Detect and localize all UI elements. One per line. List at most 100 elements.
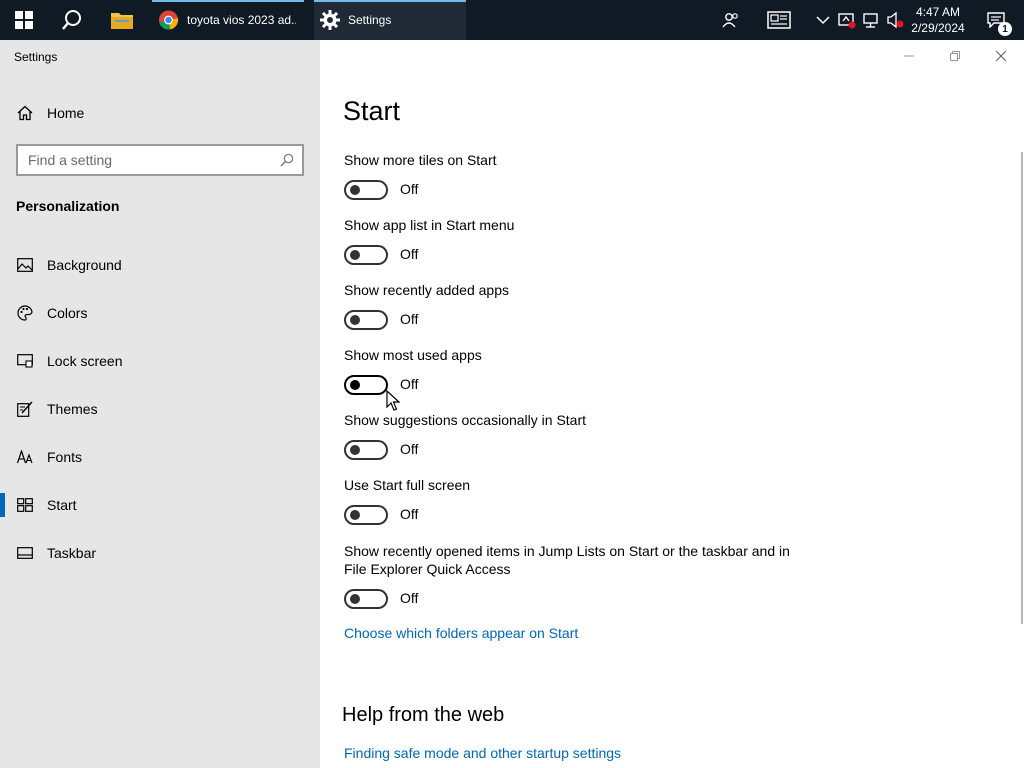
close-button[interactable]: [978, 40, 1024, 72]
nav-item-label: Lock screen: [47, 353, 123, 369]
safe-mode-help-link[interactable]: Finding safe mode and other startup sett…: [344, 745, 621, 761]
setting-label: Show recently opened items in Jump Lists…: [344, 543, 790, 577]
windows-logo-icon: [15, 11, 33, 29]
setting-use-start-full-screen: Use Start full screen Off: [344, 476, 804, 525]
toggle-switch[interactable]: [344, 310, 388, 330]
nav-item-colors[interactable]: Colors: [0, 293, 320, 333]
news-icon: [767, 11, 791, 29]
action-center-button[interactable]: 1: [976, 0, 1016, 40]
network-alert-icon: [838, 13, 856, 29]
toggle-state-label: Off: [400, 246, 419, 262]
toggle-state-label: Off: [400, 181, 419, 197]
nav-item-label: Colors: [47, 305, 88, 321]
toggle-switch[interactable]: [344, 589, 388, 609]
content-scrollbar[interactable]: [1021, 152, 1023, 624]
tray-network-alert-button[interactable]: [836, 0, 858, 40]
start-tiles-icon: [16, 496, 34, 514]
nav-item-fonts[interactable]: Fonts: [0, 437, 320, 477]
font-icon: [16, 448, 34, 466]
setting-label: Show suggestions occasionally in Start: [344, 412, 587, 428]
toggle-switch[interactable]: [344, 505, 388, 525]
taskbar-clock[interactable]: 4:47 AM 2/29/2024: [902, 0, 974, 40]
nav-item-label: Taskbar: [47, 545, 97, 561]
minimize-icon: [904, 55, 914, 57]
setting-label: Show app list in Start menu: [344, 217, 515, 233]
nav-item-start[interactable]: Start: [0, 485, 320, 525]
gear-icon: [320, 10, 340, 30]
toggle-switch[interactable]: [344, 245, 388, 265]
toggle-knob: [350, 250, 360, 260]
taskbar-file-explorer[interactable]: [98, 0, 146, 40]
nav-home-label: Home: [47, 105, 85, 121]
toggle-row: Off: [344, 180, 804, 200]
maximize-button[interactable]: [932, 40, 978, 72]
settings-content-pane: Start Show more tiles on Start Off Show …: [320, 40, 1024, 768]
setting-show-app-list: Show app list in Start menu Off: [344, 216, 804, 265]
setting-show-recently-opened-items: Show recently opened items in Jump Lists…: [344, 542, 804, 609]
search-icon[interactable]: [280, 153, 294, 167]
nav-item-label: Start: [47, 497, 77, 513]
toggle-row: Off: [344, 440, 804, 460]
nav-item-label: Background: [47, 257, 122, 273]
taskbar: toyota vios 2023 ad... Settings 4:47 AM …: [0, 0, 1024, 40]
start-button[interactable]: [0, 0, 48, 40]
taskbar-app-settings[interactable]: Settings: [314, 0, 466, 40]
setting-show-suggestions: Show suggestions occasionally in Start O…: [344, 411, 804, 460]
tray-network-button[interactable]: [860, 0, 882, 40]
toggle-row: Off: [344, 589, 804, 609]
people-button[interactable]: [714, 0, 748, 40]
minimize-button[interactable]: [886, 40, 932, 72]
setting-label: Show more tiles on Start: [344, 152, 497, 168]
toggle-knob: [350, 380, 360, 390]
toggle-row: Off: [344, 505, 804, 525]
chevron-up-icon: [816, 16, 830, 25]
toggle-state-label: Off: [400, 441, 419, 457]
toggle-knob: [350, 510, 360, 520]
toggle-switch[interactable]: [344, 375, 388, 395]
toggle-switch[interactable]: [344, 180, 388, 200]
nav-item-taskbar[interactable]: Taskbar: [0, 533, 320, 573]
setting-label: Show recently added apps: [344, 282, 509, 298]
find-setting-search-box[interactable]: [16, 144, 304, 176]
network-icon: [863, 13, 878, 28]
toggle-switch[interactable]: [344, 440, 388, 460]
nav-item-background[interactable]: Background: [0, 245, 320, 285]
toggle-state-label: Off: [400, 376, 419, 392]
setting-show-recently-added: Show recently added apps Off: [344, 281, 804, 330]
brush-icon: [16, 400, 34, 418]
nav-item-themes[interactable]: Themes: [0, 389, 320, 429]
show-hidden-icons-button[interactable]: [812, 0, 834, 40]
toggle-knob: [350, 445, 360, 455]
toggle-row: Off: [344, 375, 804, 395]
setting-show-most-used: Show most used apps Off: [344, 346, 804, 395]
restore-icon: [950, 51, 960, 61]
picture-icon: [16, 256, 34, 274]
news-button[interactable]: [760, 0, 798, 40]
notification-count-badge: 1: [998, 22, 1012, 36]
palette-icon: [16, 304, 34, 322]
people-icon: [722, 13, 738, 28]
toggle-state-label: Off: [400, 590, 419, 606]
nav-item-label: Themes: [47, 401, 98, 417]
clock-date: 2/29/2024: [911, 21, 965, 35]
toggle-row: Off: [344, 245, 804, 265]
taskbar-search-button[interactable]: [48, 0, 96, 40]
toggle-state-label: Off: [400, 506, 419, 522]
nav-item-label: Fonts: [47, 449, 83, 465]
find-setting-input[interactable]: [28, 151, 268, 169]
help-from-web-heading: Help from the web: [342, 704, 505, 726]
nav-section-heading: Personalization: [16, 198, 120, 214]
choose-folders-link[interactable]: Choose which folders appear on Start: [344, 625, 578, 641]
nav-item-lock-screen[interactable]: Lock screen: [0, 341, 320, 381]
window-title: Settings: [14, 50, 58, 64]
chrome-icon: [158, 10, 179, 30]
home-icon: [16, 104, 34, 122]
search-icon: [62, 10, 81, 30]
toggle-state-label: Off: [400, 311, 419, 327]
toggle-knob: [350, 594, 360, 604]
nav-home[interactable]: Home: [0, 94, 320, 132]
taskbar-icon: [16, 544, 34, 562]
lock-screen-icon: [16, 352, 34, 370]
folder-icon: [111, 13, 133, 29]
taskbar-app-chrome[interactable]: toyota vios 2023 ad...: [152, 0, 304, 40]
